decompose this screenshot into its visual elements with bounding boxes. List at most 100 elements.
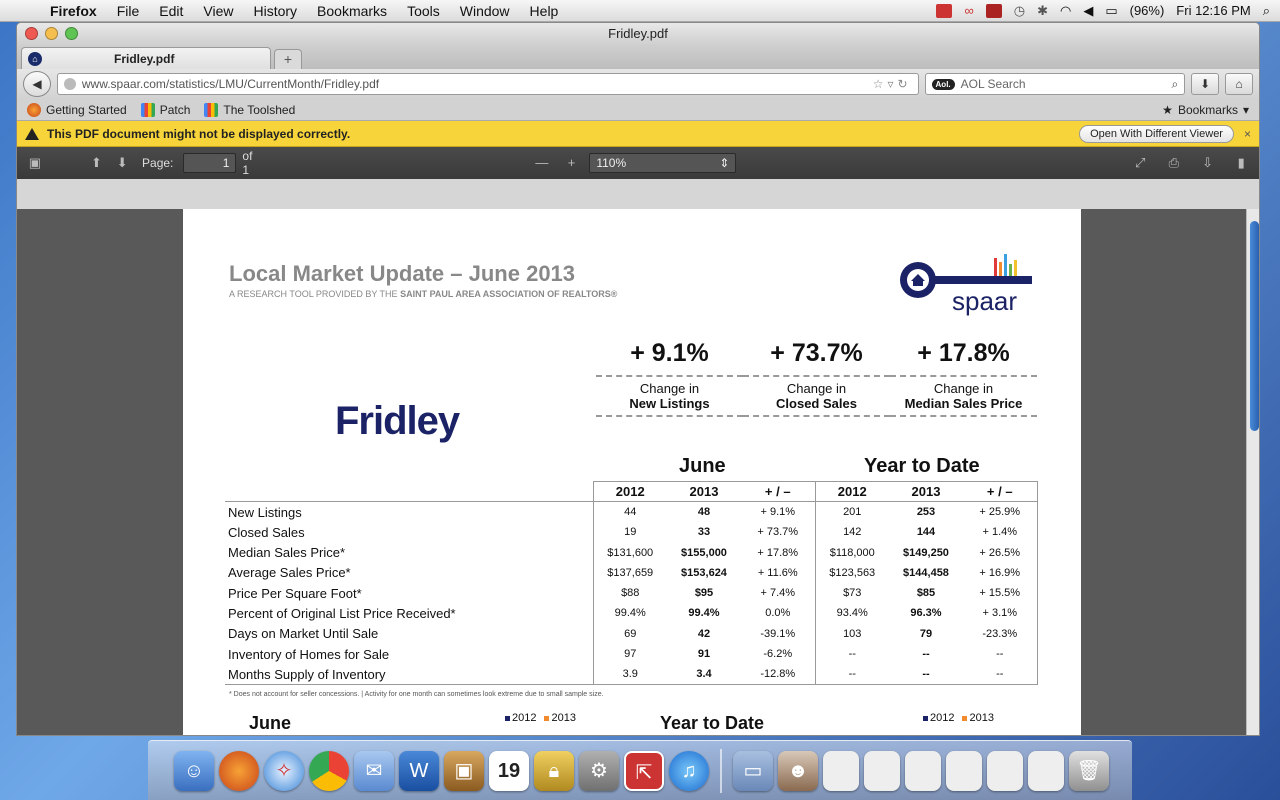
table-cell: $85 <box>916 587 936 600</box>
menu-file[interactable]: File <box>107 3 150 19</box>
itunes-icon[interactable]: ♫ <box>669 750 709 791</box>
zoom-out-button[interactable]: — <box>534 155 550 171</box>
bookmarks-menu-button[interactable]: ★ Bookmarks ▾ <box>1162 103 1259 117</box>
close-window-button[interactable] <box>25 27 38 40</box>
infinity-icon[interactable]: ∞ <box>964 3 973 18</box>
time-machine-icon[interactable]: ◷ <box>1014 3 1025 19</box>
new-tab-button[interactable]: + <box>274 49 302 69</box>
window-thumbnail-icon[interactable] <box>823 750 859 791</box>
previous-page-icon[interactable]: ⬆ <box>89 155 105 171</box>
bookmark-label: Getting Started <box>46 102 127 117</box>
table-row: Inventory of Homes for Sale 97 91 -6.2% -- --… <box>225 643 1038 665</box>
legend-label: 2013 <box>969 712 994 724</box>
battery-icon[interactable]: ▭ <box>1105 3 1117 19</box>
notification-message: This PDF document might not be displayed… <box>47 126 351 141</box>
menu-app[interactable]: Firefox <box>40 3 107 19</box>
chart-heading-june: June <box>249 713 292 733</box>
table-cell: + 3.1% <box>963 603 1038 624</box>
folder-icon[interactable]: ▭ <box>733 750 773 791</box>
bookmark-getting-started[interactable]: Getting Started <box>27 102 127 117</box>
app-icon[interactable]: ⇱ <box>624 750 664 791</box>
scrollbar-thumb[interactable] <box>1250 221 1259 431</box>
open-with-different-viewer-button[interactable]: Open With Different Viewer <box>1079 124 1234 143</box>
table-cell: + 17.8% <box>741 542 816 563</box>
spotlight-icon[interactable]: ⌕ <box>1263 3 1270 19</box>
fullscreen-icon[interactable]: ⤢ <box>1132 155 1148 171</box>
menu-bookmarks[interactable]: Bookmarks <box>307 3 397 19</box>
table-cell: -- <box>963 643 1038 665</box>
table-cell: 19 <box>592 522 667 543</box>
table-cell: $144,458 <box>903 566 949 579</box>
zoom-in-button[interactable]: + <box>564 155 580 171</box>
stats-table: 2012 2013 + / – 2012 2013 + / – New List… <box>225 480 1038 685</box>
clock[interactable]: Fri 12:16 PM <box>1176 3 1250 18</box>
window-controls <box>25 27 78 40</box>
mail-icon[interactable]: ✉ <box>354 750 394 791</box>
downloads-button[interactable]: ⬇ <box>1191 73 1220 95</box>
keychain-icon[interactable]: 🔒︎ <box>534 750 574 791</box>
menu-tools[interactable]: Tools <box>397 3 450 19</box>
next-page-icon[interactable]: ⬇ <box>114 155 130 171</box>
row-label: Closed Sales <box>228 524 305 540</box>
contact-icon[interactable]: ☻ <box>778 750 818 791</box>
legend-ytd: 2012 2013 <box>923 712 994 724</box>
search-icon[interactable]: ⌕ <box>1172 77 1179 92</box>
zoom-select[interactable]: 110% ⇕ <box>589 153 737 173</box>
menu-view[interactable]: View <box>193 3 243 19</box>
table-cell: $73 <box>843 587 862 600</box>
menu-history[interactable]: History <box>243 3 307 19</box>
print-icon[interactable]: ⎙ <box>1166 155 1182 171</box>
window-thumbnail-icon[interactable] <box>946 750 982 791</box>
window-thumbnail-icon[interactable] <box>987 750 1023 791</box>
back-button[interactable]: ◀ <box>23 71 51 97</box>
bookmark-icon[interactable]: ▮ <box>1233 155 1249 171</box>
window-title: Fridley.pdf <box>608 26 668 41</box>
zoom-window-button[interactable] <box>65 27 78 40</box>
col-header: 2013 <box>667 480 741 503</box>
volume-icon[interactable]: ◀ <box>1083 3 1093 19</box>
table-cell: $88 <box>592 582 667 604</box>
calendar-icon[interactable]: 19 <box>489 750 529 791</box>
table-cell: + 11.6% <box>741 562 816 583</box>
close-icon[interactable]: × <box>1244 127 1251 141</box>
download-icon[interactable]: ⇩ <box>1200 155 1216 171</box>
url-bar[interactable]: www.spaar.com/statistics/LMU/CurrentMont… <box>56 73 919 95</box>
kpi-metric: Closed Sales <box>743 396 890 417</box>
kpi-label: Change in <box>933 381 994 396</box>
wifi-icon[interactable]: ◠ <box>1060 3 1071 19</box>
legend-swatch <box>544 716 550 721</box>
firefox-icon[interactable] <box>219 750 259 791</box>
window-thumbnail-icon[interactable] <box>905 750 941 791</box>
page-number-input[interactable]: 1 <box>183 153 237 173</box>
home-button[interactable]: ⌂ <box>1225 73 1254 95</box>
menu-window[interactable]: Window <box>450 3 520 19</box>
aol-search-engine-icon[interactable]: Aol. <box>931 78 955 90</box>
search-bar[interactable]: Aol. AOL Search ⌕ <box>924 73 1186 95</box>
minimize-window-button[interactable] <box>45 27 58 40</box>
kpi-new-listings: + 9.1% Change in New Listings <box>596 339 743 417</box>
bookmark-patch[interactable]: Patch <box>140 102 190 117</box>
trash-icon[interactable]: 🗑︎ <box>1069 750 1109 791</box>
legend-label: 2012 <box>512 712 537 724</box>
finder-icon[interactable]: ☺ <box>174 750 214 791</box>
vertical-scrollbar[interactable] <box>1246 209 1259 735</box>
iphoto-icon[interactable]: ▣ <box>444 750 484 791</box>
bluetooth-icon[interactable]: ✱ <box>1037 3 1048 19</box>
tray-app-icon[interactable] <box>936 3 953 18</box>
window-thumbnail-icon[interactable] <box>1028 750 1064 791</box>
row-label: Median Sales Price* <box>228 545 346 561</box>
word-icon[interactable]: W <box>399 750 439 791</box>
sidebar-toggle-icon[interactable]: ▣ <box>27 155 43 171</box>
safari-icon[interactable]: ✧ <box>264 750 304 791</box>
window-thumbnail-icon[interactable] <box>864 750 900 791</box>
menu-help[interactable]: Help <box>520 3 569 19</box>
bookmark-the-toolshed[interactable]: The Toolshed <box>204 102 295 117</box>
menu-edit[interactable]: Edit <box>149 3 193 19</box>
pdf-viewer[interactable]: Local Market Update – June 2013 A RESEAR… <box>17 209 1259 735</box>
tab-fridley-pdf[interactable]: ⌂ Fridley.pdf <box>21 47 271 69</box>
table-cell: -6.2% <box>741 643 816 665</box>
system-preferences-icon[interactable]: ⚙ <box>579 750 619 791</box>
chrome-icon[interactable] <box>309 750 349 791</box>
shield-icon[interactable] <box>985 3 1002 18</box>
bookmark-star-icon[interactable]: ☆▿↻ <box>873 77 912 91</box>
